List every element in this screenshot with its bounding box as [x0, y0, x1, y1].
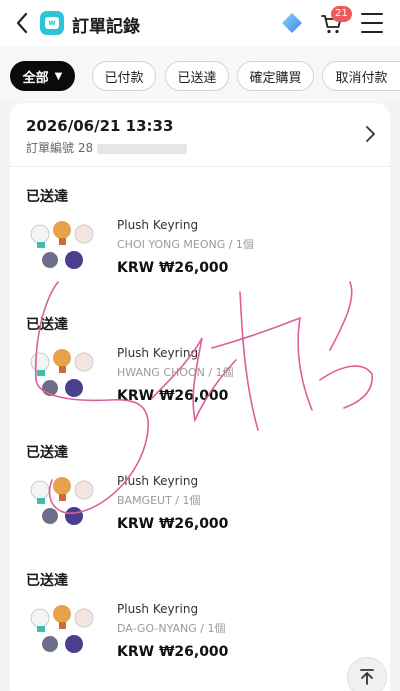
order-item[interactable]: 已送達 Plush Keyring HWANG CHOON / 1個 KRW ₩…: [10, 304, 390, 432]
product-name: Plush Keyring: [117, 602, 199, 616]
product-image: [30, 605, 94, 653]
item-status: 已送達: [26, 189, 68, 205]
order-header[interactable]: 2026/06/21 13:33 訂單編號 28: [10, 103, 390, 167]
chevron-right-icon: [366, 126, 375, 142]
product-option: DA-GO-NYANG / 1個: [117, 622, 226, 635]
page-title: 訂單記錄: [72, 17, 140, 37]
product-option: CHOI YONG MEONG / 1個: [117, 238, 254, 251]
filter-all[interactable]: 全部 ▼: [10, 61, 75, 91]
product-name: Plush Keyring: [117, 346, 199, 360]
app-logo-icon[interactable]: w: [40, 11, 64, 35]
scroll-to-top-button[interactable]: [347, 657, 387, 691]
product-image: [30, 477, 94, 525]
order-item[interactable]: 已送達 Plush Keyring DA-GO-NYANG / 1個 KRW ₩…: [10, 560, 390, 688]
order-item[interactable]: 已送達 Plush Keyring CHOI YONG MEONG / 1個 K…: [10, 176, 390, 304]
filter-delivered[interactable]: 已送達: [165, 61, 229, 91]
product-image: [30, 221, 94, 269]
cart-count-badge: 21: [331, 6, 352, 22]
product-price: KRW ₩26,000: [117, 644, 229, 660]
product-price: KRW ₩26,000: [117, 260, 229, 276]
item-status: 已送達: [26, 317, 68, 333]
filter-paid[interactable]: 已付款: [92, 61, 156, 91]
filter-bar: 全部 ▼ 已付款 已送達 確定購買 取消付款: [0, 46, 400, 102]
item-status: 已送達: [26, 573, 68, 589]
chevron-down-icon: ▼: [54, 70, 63, 82]
product-name: Plush Keyring: [117, 474, 199, 488]
order-date: 2026/06/21 13:33: [26, 117, 174, 135]
back-button[interactable]: [10, 10, 34, 36]
chevron-left-icon: [16, 12, 28, 34]
product-price: KRW ₩26,000: [117, 388, 229, 404]
product-option: HWANG CHOON / 1個: [117, 366, 234, 379]
menu-icon[interactable]: [361, 13, 383, 33]
arrow-up-icon: [360, 669, 374, 685]
top-bar: w 訂單記錄 21: [0, 0, 400, 46]
order-number: 訂單編號 28: [26, 139, 188, 156]
product-name: Plush Keyring: [117, 218, 199, 232]
product-option: BAMGEUT / 1個: [117, 494, 201, 507]
order-item[interactable]: 已送達 Plush Keyring BAMGEUT / 1個 KRW ₩26,0…: [10, 432, 390, 560]
order-card: 2026/06/21 13:33 訂單編號 28 已送達 Plush Keyri…: [10, 103, 390, 691]
diamond-icon[interactable]: [281, 12, 303, 34]
product-image: [30, 349, 94, 397]
filter-confirmed[interactable]: 確定購買: [237, 61, 314, 91]
item-status: 已送達: [26, 445, 68, 461]
filter-cancelled[interactable]: 取消付款: [322, 61, 400, 91]
product-price: KRW ₩26,000: [117, 516, 229, 532]
